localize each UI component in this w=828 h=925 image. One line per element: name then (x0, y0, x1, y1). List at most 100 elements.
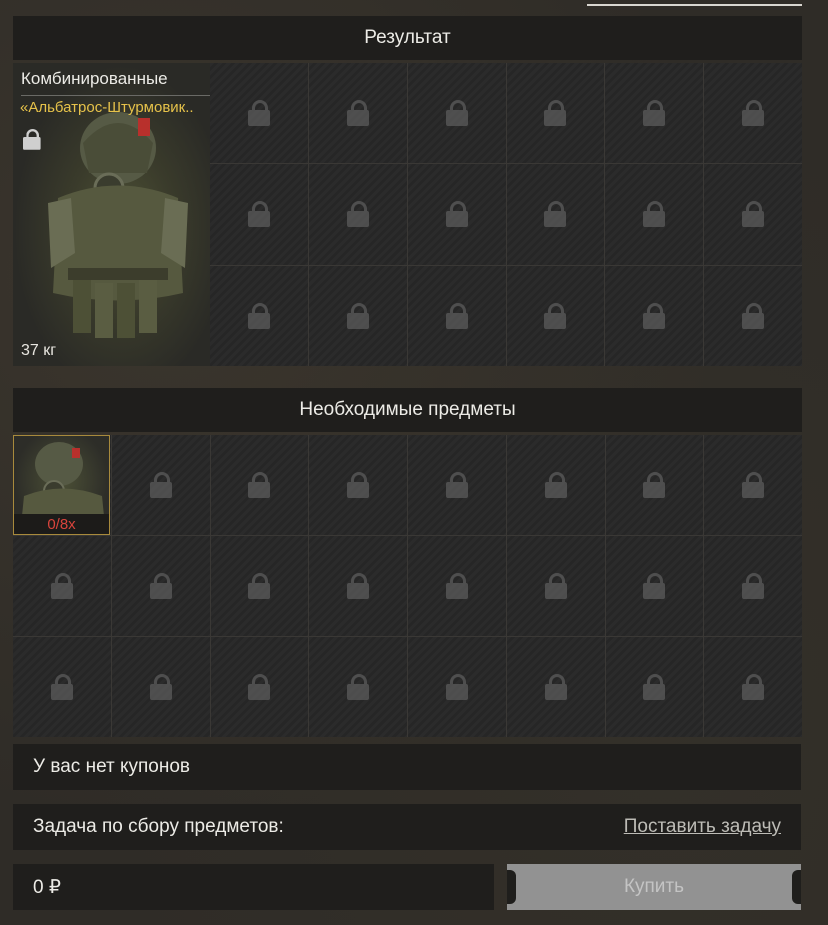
lock-icon (643, 674, 666, 700)
locked-slot (506, 637, 605, 737)
task-bar: Задача по сбору предметов: Поставить зад… (13, 804, 801, 850)
locked-slot (210, 637, 309, 737)
lock-icon (248, 573, 271, 599)
lock-icon (23, 129, 41, 150)
locked-slot (605, 536, 704, 636)
locked-slot (309, 435, 407, 535)
task-label: Задача по сбору предметов: (33, 816, 284, 837)
lock-icon (50, 573, 73, 599)
locked-slot (210, 164, 308, 265)
locked-slot (407, 63, 506, 164)
armor-suit-icon (48, 112, 188, 338)
lock-icon (445, 302, 468, 329)
locked-slot (407, 265, 506, 366)
lock-icon (346, 100, 369, 127)
locked-slot (704, 63, 802, 164)
locked-slot (309, 536, 407, 636)
armor-suit-icon (22, 442, 104, 516)
locked-slot (408, 435, 506, 535)
buy-button-label: Купить (623, 876, 685, 897)
lock-icon (347, 472, 370, 498)
locked-slot (408, 536, 506, 636)
locked-slot (309, 637, 407, 737)
locked-slot (13, 637, 111, 737)
lock-icon (445, 674, 468, 700)
lock-icon (149, 573, 172, 599)
lock-icon (643, 573, 666, 599)
lock-icon (247, 201, 270, 228)
lock-icon (643, 302, 666, 329)
lock-icon (643, 201, 666, 228)
locked-slot (704, 536, 802, 636)
locked-slot (308, 265, 407, 366)
locked-slot (111, 536, 210, 636)
locked-slot (605, 265, 704, 366)
locked-slot (506, 265, 605, 366)
required-grid (13, 435, 802, 737)
locked-slot (308, 63, 407, 164)
lock-icon (149, 472, 172, 498)
lock-icon (445, 100, 468, 127)
locked-slot (506, 536, 605, 636)
required-item-slot[interactable]: 0/8х (13, 435, 110, 535)
lock-icon (50, 674, 73, 700)
locked-slot (506, 435, 605, 535)
result-item-weight: 37 кг (21, 342, 57, 359)
locked-slot (704, 637, 802, 737)
lock-icon (346, 302, 369, 329)
locked-slot (210, 435, 309, 535)
locked-slot (506, 164, 605, 265)
lock-icon (742, 674, 765, 700)
lock-icon (544, 100, 567, 127)
lock-icon (544, 674, 567, 700)
locked-slot (210, 63, 308, 164)
locked-slot (506, 63, 605, 164)
lock-icon (742, 472, 765, 498)
locked-slot (13, 536, 111, 636)
result-header: Результат (13, 16, 802, 60)
price-value: 0 ₽ (33, 876, 61, 898)
lock-icon (742, 302, 765, 329)
buy-button[interactable]: Купить (507, 864, 801, 910)
coupons-text: У вас нет купонов (33, 756, 191, 777)
lock-icon (445, 472, 468, 498)
locked-slot (210, 265, 308, 366)
required-header: Необходимые предметы (13, 388, 802, 432)
result-item-name: «Альбатрос-Штурмовик.. (20, 99, 194, 116)
lock-icon (346, 201, 369, 228)
locked-slot (605, 637, 704, 737)
lock-icon (643, 100, 666, 127)
locked-slot (210, 536, 309, 636)
locked-slot (704, 435, 802, 535)
lock-icon (643, 472, 666, 498)
lock-icon (248, 472, 271, 498)
result-item-category: Комбинированные (21, 69, 210, 96)
lock-icon (445, 201, 468, 228)
required-item-count: 0/8х (14, 514, 109, 534)
button-cap-left (507, 870, 516, 904)
locked-slot (111, 435, 210, 535)
lock-icon (544, 472, 567, 498)
lock-icon (544, 201, 567, 228)
lock-icon (544, 573, 567, 599)
locked-slot (605, 435, 704, 535)
lock-icon (247, 100, 270, 127)
required-header-label: Необходимые предметы (299, 399, 516, 420)
result-item-card[interactable]: Комбинированные «Альбатрос-Штурмовик.. 3… (13, 63, 210, 366)
lock-icon (247, 302, 270, 329)
lock-icon (445, 573, 468, 599)
lock-icon (742, 573, 765, 599)
locked-slot (605, 63, 704, 164)
lock-icon (742, 100, 765, 127)
lock-icon (149, 674, 172, 700)
button-cap-right (792, 870, 801, 904)
tab-underline (587, 4, 802, 6)
locked-slot (704, 265, 802, 366)
set-task-link[interactable]: Поставить задачу (624, 816, 781, 838)
coupons-bar: У вас нет купонов (13, 744, 801, 790)
lock-icon (347, 674, 370, 700)
lock-icon (347, 573, 370, 599)
price-display: 0 ₽ (13, 864, 494, 910)
lock-icon (742, 201, 765, 228)
lock-icon (248, 674, 271, 700)
